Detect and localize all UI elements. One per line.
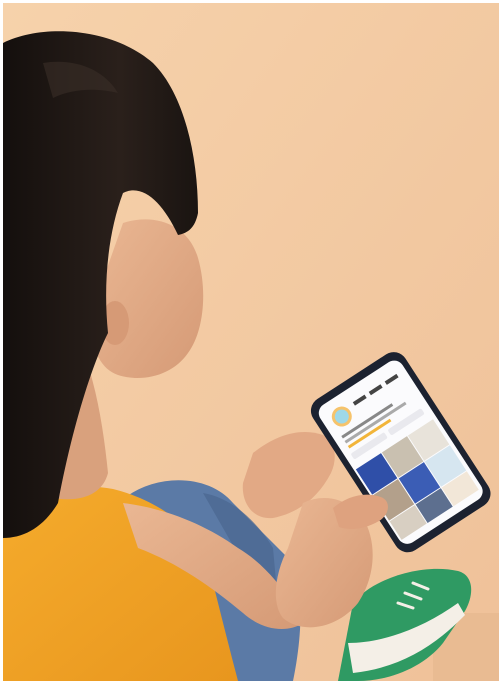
scene xyxy=(3,3,499,681)
photo xyxy=(3,3,499,681)
